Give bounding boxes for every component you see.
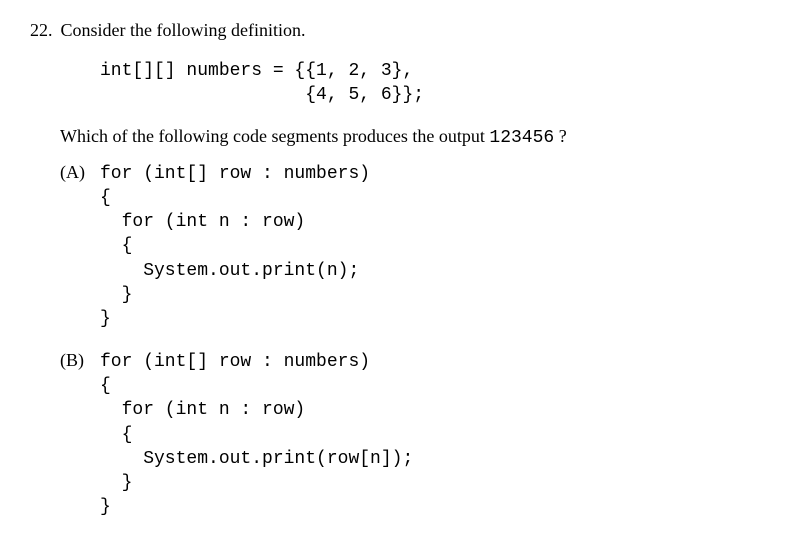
option-a-line3: for (int n : row)	[100, 212, 305, 232]
option-a-line6: }	[100, 285, 132, 305]
option-a-line1: for (int[] row : numbers)	[100, 164, 370, 184]
option-b-line4: {	[100, 425, 132, 445]
question-header: 22. Consider the following definition.	[30, 20, 770, 41]
question-prompt: Which of the following code segments pro…	[60, 126, 770, 148]
question-number: 22.	[30, 20, 53, 41]
prompt-code: 123456	[489, 128, 554, 148]
option-a-line2: {	[100, 188, 111, 208]
option-a-line4: {	[100, 236, 132, 256]
option-a-line5: System.out.print(n);	[100, 261, 359, 281]
option-a-line7: }	[100, 309, 111, 329]
code-line-2: {4, 5, 6}};	[100, 85, 424, 105]
option-b-label: (B)	[60, 350, 100, 520]
code-line-1: int[][] numbers = {{1, 2, 3},	[100, 61, 413, 81]
prompt-pre: Which of the following code segments pro…	[60, 126, 489, 146]
option-b-line1: for (int[] row : numbers)	[100, 352, 370, 372]
option-b-line6: }	[100, 473, 132, 493]
option-b-line5: System.out.print(row[n]);	[100, 449, 413, 469]
option-b-line7: }	[100, 497, 111, 517]
option-b-line3: for (int n : row)	[100, 400, 305, 420]
option-b: (B) for (int[] row : numbers) { for (int…	[60, 350, 770, 520]
option-a-label: (A)	[60, 162, 100, 332]
option-a-code: for (int[] row : numbers) { for (int n :…	[100, 162, 370, 332]
option-b-line2: {	[100, 376, 111, 396]
option-a: (A) for (int[] row : numbers) { for (int…	[60, 162, 770, 332]
option-b-code: for (int[] row : numbers) { for (int n :…	[100, 350, 413, 520]
prompt-post: ?	[554, 126, 567, 146]
definition-code: int[][] numbers = {{1, 2, 3}, {4, 5, 6}}…	[100, 59, 770, 108]
question-stem: Consider the following definition.	[61, 20, 306, 41]
